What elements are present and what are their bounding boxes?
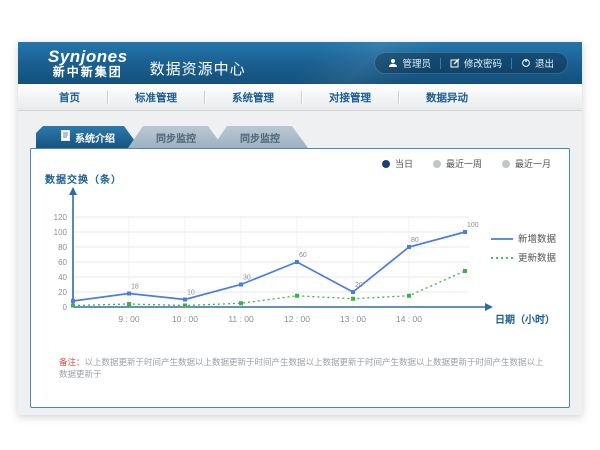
- data-point: [127, 292, 131, 296]
- radio-label: 最近一月: [515, 157, 551, 170]
- legend-label-0: 新增数据: [518, 233, 557, 245]
- line-chart: 0 20 40 60 80 100 120 9 : 00 10 : 00 11 : 00 12 : …: [39, 187, 563, 335]
- footnote: 备注：以上数据更新于时间产生数据以上数据更新于时间产生数据以上数据更新于时间产生…: [59, 357, 549, 381]
- data-point: [71, 299, 75, 303]
- radio-dot: [502, 160, 510, 168]
- data-point: [295, 260, 299, 264]
- content-area: 系统介绍 同步监控 同步监控 当日 最近一周 最近一月 数据交换（条） 0 20 40 60 8…: [18, 111, 582, 415]
- data-point-label: 30: [243, 275, 251, 282]
- tab-1[interactable]: 同步监控: [128, 126, 224, 148]
- y-axis-arrow: [69, 187, 77, 195]
- data-point-label: 10: [187, 290, 195, 297]
- y-tick-label: 40: [58, 273, 67, 282]
- chart-panel: 当日 最近一周 最近一月 数据交换（条） 0 20 40 60 80 100 120 9 : 00…: [30, 148, 570, 408]
- tab-label: 同步监控: [156, 130, 196, 145]
- edit-icon: [450, 58, 460, 68]
- nav-item-2[interactable]: 系统管理: [205, 90, 301, 105]
- data-point-label: 20: [355, 282, 363, 289]
- document-icon: [61, 130, 70, 144]
- time-range-filter: 当日 最近一周 最近一月: [382, 157, 551, 170]
- logo-company: 新中新集团: [48, 66, 128, 79]
- radio-option-0[interactable]: 当日: [382, 157, 413, 170]
- page: Synjones 新中新集团 数据资源中心 管理员修改密码退出 首页标准管理系统…: [0, 0, 600, 450]
- data-point-label: 18: [131, 284, 139, 291]
- footnote-text: 以上数据更新于时间产生数据以上数据更新于时间产生数据以上数据更新于时间产生数据以…: [59, 357, 544, 379]
- user-menu-label: 修改密码: [464, 56, 502, 70]
- y-tick-label: 20: [58, 288, 67, 297]
- app-window: Synjones 新中新集团 数据资源中心 管理员修改密码退出 首页标准管理系统…: [18, 42, 582, 415]
- data-point: [463, 230, 467, 234]
- footnote-label: 备注：: [59, 357, 85, 367]
- radio-label: 当日: [395, 157, 413, 170]
- data-point-label: 100: [467, 222, 479, 229]
- user-menu-power[interactable]: 退出: [512, 56, 563, 70]
- y-tick-label: 80: [58, 243, 67, 252]
- x-tick-label: 12 : 00: [284, 314, 310, 324]
- user-menu-user[interactable]: 管理员: [379, 56, 440, 70]
- user-menu-label: 退出: [535, 56, 554, 70]
- nav-item-3[interactable]: 对接管理: [302, 90, 398, 105]
- x-axis-arrow: [485, 303, 493, 311]
- y-tick-label: 100: [54, 228, 68, 237]
- y-tick-label: 0: [63, 303, 68, 312]
- app-header: Synjones 新中新集团 数据资源中心 管理员 修改密码 退出: [18, 42, 582, 84]
- legend-label-1: 更新数据: [518, 252, 557, 264]
- data-point: [239, 301, 243, 305]
- x-tick-label: 14 : 00: [396, 314, 422, 324]
- data-point: [71, 304, 75, 308]
- radio-option-2[interactable]: 最近一月: [502, 157, 551, 170]
- tab-2[interactable]: 同步监控: [212, 126, 308, 148]
- y-axis-title: 数据交换（条）: [45, 171, 122, 186]
- radio-dot: [382, 160, 390, 168]
- data-point-label: 60: [299, 252, 307, 259]
- data-point: [351, 290, 355, 294]
- y-tick-label: 60: [58, 258, 67, 267]
- data-point: [407, 245, 411, 249]
- company-logo: Synjones 新中新集团: [48, 48, 128, 78]
- logo-brand: Synjones: [48, 48, 128, 66]
- x-tick-label: 13 : 00: [340, 314, 366, 324]
- chart-area: 0 20 40 60 80 100 120 9 : 00 10 : 00 11 : 00 12 : …: [39, 187, 563, 340]
- user-menu-edit[interactable]: 修改密码: [441, 56, 511, 70]
- power-icon: [521, 58, 531, 68]
- user-icon: [388, 58, 398, 68]
- tab-bar: 系统介绍 同步监控 同步监控: [36, 126, 570, 148]
- x-axis-title: 日期（小时）: [495, 313, 555, 326]
- data-point: [351, 297, 355, 301]
- nav-item-0[interactable]: 首页: [32, 90, 107, 105]
- data-point: [183, 304, 187, 308]
- data-point: [463, 269, 467, 273]
- user-menu: 管理员 修改密码 退出: [374, 52, 568, 74]
- tab-label: 同步监控: [240, 130, 280, 145]
- x-tick-label: 10 : 00: [172, 314, 198, 324]
- data-point: [407, 294, 411, 298]
- user-menu-label: 管理员: [402, 56, 431, 70]
- series-line-0: [73, 232, 465, 301]
- radio-label: 最近一周: [446, 157, 482, 170]
- data-point: [295, 294, 299, 298]
- radio-option-1[interactable]: 最近一周: [433, 157, 482, 170]
- data-point-label: 80: [411, 237, 419, 244]
- nav-item-1[interactable]: 标准管理: [108, 90, 204, 105]
- x-tick-label: 11 : 00: [228, 314, 254, 324]
- data-point: [239, 283, 243, 287]
- x-tick-label: 9 : 00: [118, 314, 140, 324]
- tab-label: 系统介绍: [75, 130, 115, 145]
- data-point: [183, 298, 187, 302]
- tab-0[interactable]: 系统介绍: [36, 126, 140, 148]
- page-title: 数据资源中心: [150, 58, 246, 79]
- nav-item-4[interactable]: 数据异动: [399, 90, 495, 105]
- data-point: [127, 302, 131, 306]
- radio-dot: [433, 160, 441, 168]
- main-nav: 首页标准管理系统管理对接管理数据异动: [18, 84, 582, 111]
- y-tick-label: 120: [54, 213, 68, 222]
